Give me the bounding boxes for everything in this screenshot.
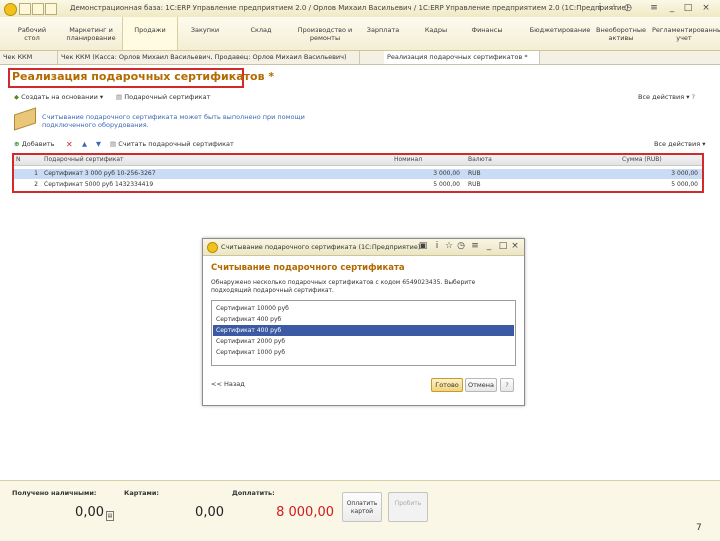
gift-certificate-button[interactable]: ▤ Подарочный сертификат bbox=[116, 93, 210, 101]
dialog-close-icon[interactable]: × bbox=[509, 240, 521, 252]
dialog-title-bar: Считывание подарочного сертификата (1С:П… bbox=[203, 239, 524, 256]
history-icon[interactable]: ◷ bbox=[622, 2, 634, 14]
section-panel: Рабочий стол Маркетинг и планирование Пр… bbox=[0, 17, 720, 51]
delete-icon[interactable]: ✕ bbox=[66, 140, 73, 149]
tab-receipt-cashier[interactable]: Чек ККМ (Касса: Орлов Михаил Васильевич,… bbox=[58, 51, 360, 64]
maximize-icon[interactable]: □ bbox=[682, 2, 694, 14]
certificate-list: Сертификат 10000 руб Сертификат 400 руб … bbox=[211, 300, 516, 366]
add-label: Добавить bbox=[21, 140, 55, 148]
table-all-actions-label: Все действия bbox=[654, 140, 701, 148]
section-hr[interactable]: Кадры bbox=[418, 17, 454, 50]
info-icon[interactable]: i bbox=[594, 2, 606, 14]
help-icon[interactable]: ? bbox=[500, 378, 514, 392]
section-warehouse[interactable]: Склад bbox=[240, 17, 282, 50]
create-based-on-label: Создать на основании bbox=[21, 93, 98, 101]
section-production[interactable]: Производство и ремонты bbox=[294, 17, 356, 50]
dialog-heading: Считывание подарочного сертификата bbox=[211, 263, 405, 273]
section-sales[interactable]: Продажи bbox=[122, 17, 178, 50]
window-title-bar: Демонстрационная база: 1С:ERP Управление… bbox=[0, 0, 720, 18]
list-item[interactable]: Сертификат 400 руб bbox=[213, 314, 514, 325]
minimize-icon[interactable]: _ bbox=[666, 2, 678, 14]
open-tabs: Чек ККМ Чек ККМ (Касса: Орлов Михаил Вас… bbox=[0, 51, 720, 65]
read-certificate-label: Считать подарочный сертификат bbox=[118, 140, 234, 148]
table-highlight-frame bbox=[12, 153, 704, 193]
cancel-button[interactable]: Отмена bbox=[465, 378, 497, 392]
cash-label: Получено наличными: bbox=[12, 489, 97, 497]
all-actions-button[interactable]: Все действия ▾ ? bbox=[638, 93, 695, 101]
create-based-on-button[interactable]: ◆ Создать на основании ▾ bbox=[14, 93, 103, 101]
payment-panel: Получено наличными: 0,00 ▤ Картами: 0,00… bbox=[0, 480, 720, 541]
back-button[interactable]: << Назад bbox=[211, 380, 245, 388]
dialog-minimize-icon[interactable]: _ bbox=[483, 240, 495, 252]
scanner-icon bbox=[14, 107, 36, 131]
all-actions-label: Все действия bbox=[638, 93, 685, 101]
menu-icon[interactable]: ≡ bbox=[648, 2, 660, 14]
toolbar-icon-3[interactable] bbox=[45, 3, 57, 15]
topay-value: 8 000,00 bbox=[276, 505, 334, 520]
hint-text: Считывание подарочного сертификата может… bbox=[42, 113, 305, 129]
certificate-dialog: Считывание подарочного сертификата (1С:П… bbox=[202, 238, 525, 406]
list-item[interactable]: Сертификат 10000 руб bbox=[213, 303, 514, 314]
move-up-icon[interactable]: ▲ bbox=[82, 140, 87, 148]
list-item[interactable]: Сертификат 1000 руб bbox=[213, 347, 514, 358]
page-number: 7 bbox=[696, 523, 702, 533]
dialog-info-icon[interactable]: i bbox=[431, 240, 443, 252]
dialog-menu-icon[interactable]: ≡ bbox=[469, 240, 481, 252]
cash-value[interactable]: 0,00 bbox=[40, 505, 104, 520]
toolbar-icon-1[interactable] bbox=[19, 3, 31, 15]
app-logo-icon bbox=[4, 3, 17, 16]
toolbar-icon-2[interactable] bbox=[32, 3, 44, 15]
dialog-footer: << Назад Готово Отмена ? bbox=[203, 372, 524, 405]
done-button[interactable]: Готово bbox=[431, 378, 463, 392]
dialog-star-icon[interactable]: ☆ bbox=[443, 240, 455, 252]
dialog-title: Считывание подарочного сертификата (1С:П… bbox=[221, 243, 421, 251]
topay-label: Доплатить: bbox=[232, 489, 275, 497]
dialog-logo-icon bbox=[207, 242, 218, 253]
table-all-actions-button[interactable]: Все действия ▾ bbox=[654, 140, 706, 148]
dialog-maximize-icon[interactable]: □ bbox=[497, 240, 509, 252]
section-budgeting[interactable]: Бюджетирование bbox=[528, 17, 592, 50]
gift-certificate-label: Подарочный сертификат bbox=[124, 93, 211, 101]
section-desktop[interactable]: Рабочий стол bbox=[14, 17, 50, 50]
section-finance[interactable]: Финансы bbox=[464, 17, 510, 50]
close-icon[interactable]: × bbox=[700, 2, 712, 14]
window-title: Демонстрационная база: 1С:ERP Управление… bbox=[70, 4, 629, 12]
section-salary[interactable]: Зарплата bbox=[360, 17, 406, 50]
dialog-description: Обнаружено несколько подарочных сертифик… bbox=[211, 279, 476, 294]
list-item[interactable]: Сертификат 2000 руб bbox=[213, 336, 514, 347]
tab-receipt[interactable]: Чек ККМ bbox=[0, 51, 58, 64]
sell-button[interactable]: Пробить bbox=[388, 492, 428, 522]
section-regulated-accounting[interactable]: Регламентированный учет bbox=[652, 17, 720, 50]
dialog-history-icon[interactable]: ◷ bbox=[455, 240, 467, 252]
section-fixed-assets[interactable]: Внеоборотные активы bbox=[596, 17, 646, 50]
add-button[interactable]: ⊕ Добавить bbox=[14, 140, 54, 148]
star-icon[interactable]: ☆ bbox=[608, 2, 620, 14]
read-certificate-button[interactable]: ▤ Считать подарочный сертификат bbox=[110, 140, 234, 148]
section-purchases[interactable]: Закупки bbox=[184, 17, 226, 50]
calculator-icon[interactable]: ▤ bbox=[106, 511, 114, 521]
page-title: Реализация подарочных сертификатов * bbox=[12, 70, 275, 83]
tab-gift-certificate-sale[interactable]: Реализация подарочных сертификатов * bbox=[384, 51, 540, 64]
cards-label: Картами: bbox=[124, 489, 159, 497]
list-item-selected[interactable]: Сертификат 400 руб bbox=[213, 325, 514, 336]
dialog-tool-icon[interactable]: ▣ bbox=[417, 240, 429, 252]
cards-value: 0,00 bbox=[195, 505, 224, 520]
pay-card-button[interactable]: Оплатить картой bbox=[342, 492, 382, 522]
move-down-icon[interactable]: ▼ bbox=[96, 140, 101, 148]
section-marketing[interactable]: Маркетинг и планирование bbox=[64, 17, 118, 50]
